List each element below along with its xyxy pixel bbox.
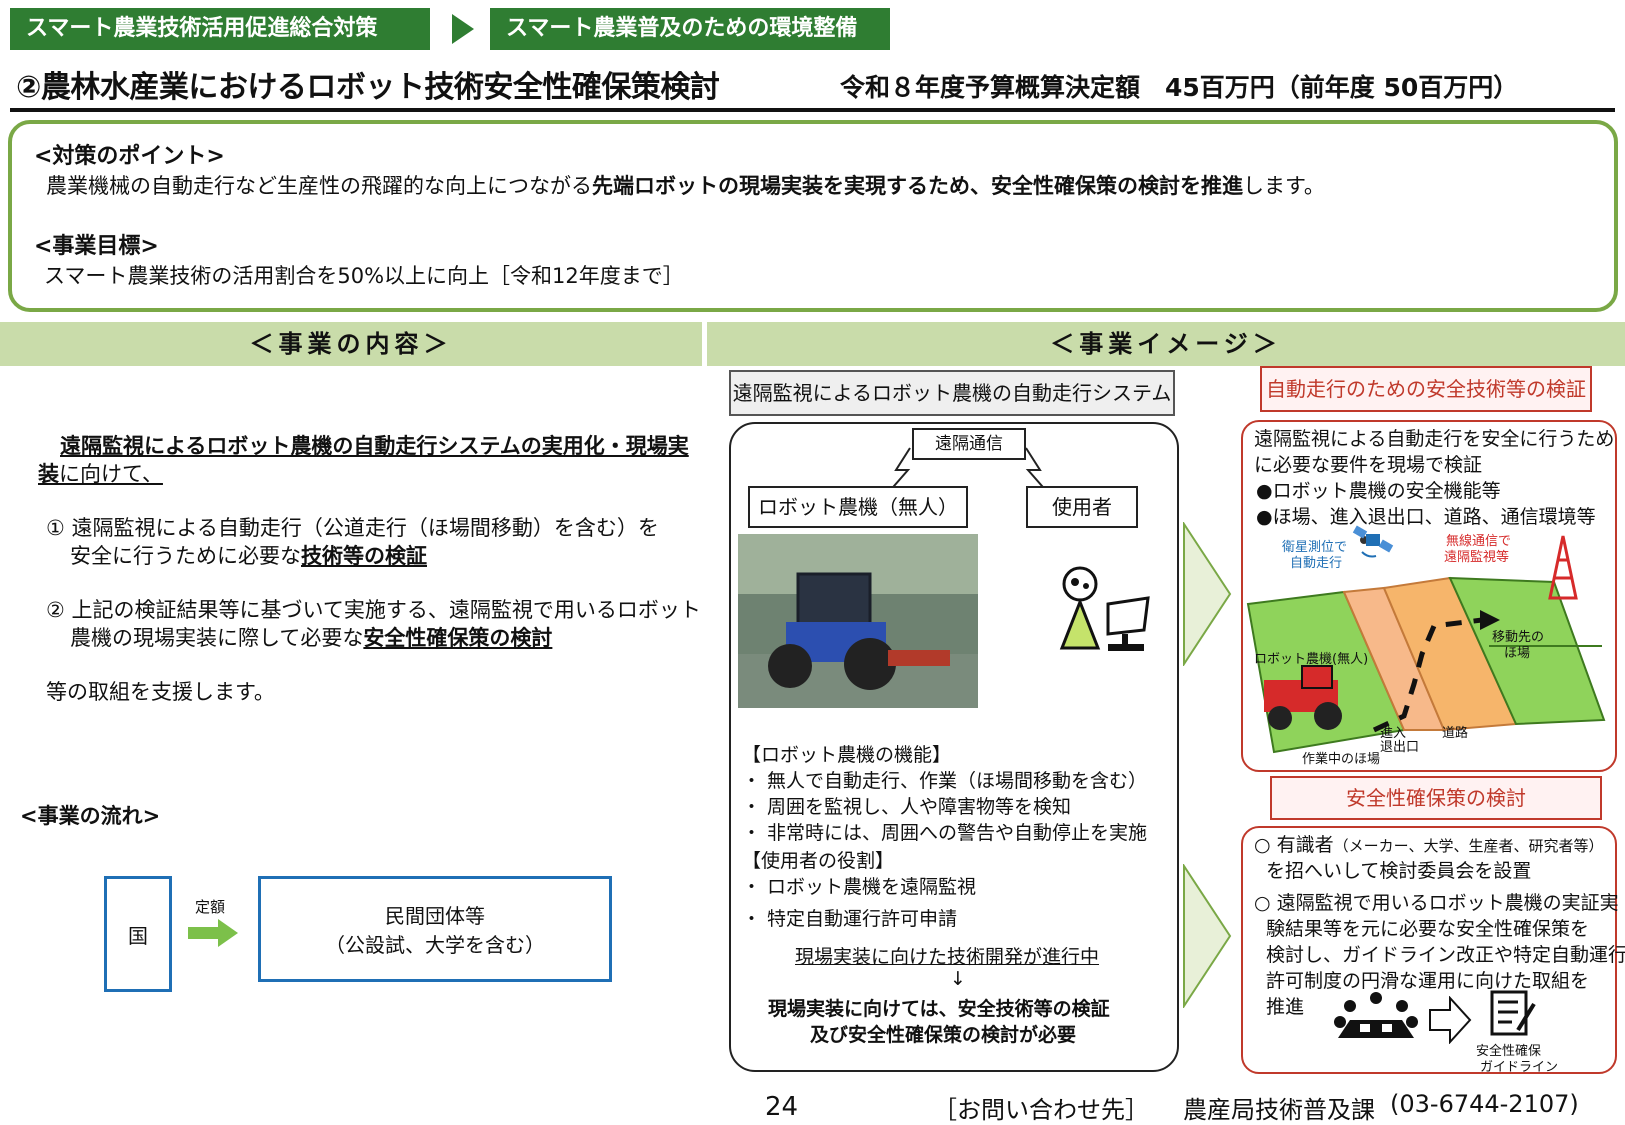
flow-arrow-label: 定額 (195, 898, 226, 916)
points-text-pre: 農業機械の自動走行など生産性の飛躍的な向上につながる (46, 174, 592, 198)
category-tag: スマート農業技術活用促進総合対策 (10, 8, 430, 50)
country-label: 国 (128, 923, 148, 948)
safety-item1-line2: を招へいして検討委員会を設置 (1266, 860, 1532, 882)
radio-label: 遠隔監視等 (1444, 550, 1510, 565)
country-box: 国 (104, 876, 172, 992)
tractor-photo (738, 534, 978, 708)
item1-line2: 安全に行うために必要な技術等の検証 (70, 540, 427, 570)
safety-item1: ○ 有識者（メーカー、大学、生産者、研究者等） (1254, 830, 1603, 857)
recipient-line1: 民間団体等 (385, 904, 485, 928)
section-content-header: ＜事業の内容＞ (0, 322, 702, 366)
safety-title: 安全性確保策の検討 (1270, 776, 1602, 820)
safety-item2-line: 験結果等を元に必要な安全性確保策を (1266, 918, 1590, 940)
goal-heading: <事業目標> (34, 234, 159, 259)
conclusion-line1: 現場実装に向けては、安全技術等の検証 (768, 998, 1110, 1020)
title-divider (10, 108, 1615, 112)
meeting-icon (1334, 992, 1418, 1038)
robot-tractor-label: ロボット農機(無人) (1254, 652, 1369, 667)
gnss-label: 自動走行 (1290, 556, 1343, 571)
function-item: ・ 周囲を監視し、人や障害物等を検知 (742, 796, 1072, 818)
down-arrow-icon: ↓ (950, 968, 966, 990)
robot-label-box: ロボット農機（無人） (748, 486, 968, 528)
role-item: ・ ロボット農機を遠隔監視 (742, 876, 977, 898)
contact-label: ［お問い合わせ先］ (933, 1096, 1149, 1124)
closing-text: 等の取組を支援します。 (46, 680, 275, 704)
safety-item2-line: 検討し、ガイドライン改正や特定自動運行 (1266, 944, 1625, 966)
intro-tail: に向けて、 (59, 462, 163, 486)
safety-item1-pre: ○ 有識者 (1254, 834, 1334, 856)
dest-field-label: ほ場 (1504, 646, 1531, 661)
points-heading: <対策のポイント> (34, 144, 225, 169)
safety-item2-line: 推進 (1266, 996, 1305, 1018)
chevron-right-icon (1183, 522, 1232, 666)
intro-line1: 遠隔監視によるロボット農機の自動走行システムの実用化・現場実 (60, 430, 689, 460)
verification-line1: 遠隔監視による自動走行を安全に行うため (1254, 428, 1615, 450)
flow-heading: <事業の流れ> (20, 804, 161, 828)
remote-comm-box: 遠隔通信 (912, 428, 1026, 460)
recipient-line2: （公設試、大学を含む） (325, 933, 545, 957)
policy-points-box: <対策のポイント> 農業機械の自動走行など生産性の飛躍的な向上につながる先端ロボ… (8, 120, 1618, 312)
safety-item1-small: （メーカー、大学、生産者、研究者等） (1333, 837, 1604, 855)
item1-line2-pre: 安全に行うために必要な (70, 544, 301, 568)
points-text-bold: 先端ロボットの現場実装を実現するため、安全性確保策の検討を推進 (592, 174, 1243, 198)
item2-line2: 農機の現場実装に際して必要な安全性確保策の検討 (70, 622, 552, 652)
item2-line1: ② 上記の検証結果等に基づいて実施する、遠隔監視で用いるロボット (46, 598, 701, 622)
page-number: 24 (765, 1092, 799, 1122)
contact-department: 農産局技術普及課 (1183, 1096, 1375, 1124)
functions-heading: 【ロボット農機の機能】 (742, 744, 952, 766)
intro-bold1: 遠隔監視によるロボット農機の自動走行システムの実用化・現場実 (60, 434, 689, 458)
intro-bold2: 装 (38, 462, 59, 486)
green-arrow-icon (188, 919, 238, 947)
road-label: 道路 (1442, 726, 1469, 741)
contact-phone: (03-6744-2107) (1390, 1090, 1579, 1118)
role-item: ・ 特定自動運行許可申請 (742, 908, 958, 930)
system-title: 遠隔監視によるロボット農機の自動走行システム (729, 370, 1175, 416)
budget-amount: 令和８年度予算概算決定額 45百万円（前年度 50百万円） (840, 73, 1519, 102)
conclusion-line2: 及び安全性確保策の検討が必要 (810, 1024, 1077, 1046)
radio-tower-icon (1548, 535, 1578, 600)
item2-line2-bold: 安全性確保策の検討 (363, 626, 553, 650)
guideline-label: ガイドライン (1480, 1060, 1559, 1075)
item2-line2-pre: 農機の現場実装に際して必要な (70, 626, 364, 650)
safety-item2-line: ○ 遠隔監視で用いるロボット農機の実証実 (1254, 892, 1619, 914)
dev-note: 現場実装に向けた技術開発が進行中 (795, 946, 1100, 968)
verification-bullet: ●ロボット農機の安全機能等 (1256, 480, 1501, 502)
item1-line1: ① 遠隔監視による自動走行（公道走行（ほ場間移動）を含む）を (46, 516, 659, 540)
points-text: 農業機械の自動走行など生産性の飛躍的な向上につながる先端ロボットの現場実装を実現… (46, 170, 1325, 200)
subcategory-tag: スマート農業普及のための環境整備 (490, 8, 890, 50)
outline-arrow-icon (1429, 996, 1472, 1044)
arrow-right-icon (452, 14, 474, 44)
item1-line2-bold: 技術等の検証 (301, 544, 427, 568)
roles-heading: 【使用者の役割】 (742, 850, 895, 872)
verification-line2: に必要な要件を現場で検証 (1254, 454, 1483, 476)
goal-text: スマート農業技術の活用割合を50%以上に向上［令和12年度まで］ (44, 264, 684, 288)
points-text-post: します。 (1243, 174, 1325, 198)
contact-info: ［お問い合わせ先］ 農産局技術普及課 (933, 1090, 1375, 1125)
working-field-label: 作業中のほ場 (1302, 752, 1381, 767)
recipient-box: 民間団体等 （公設試、大学を含む） (258, 876, 612, 982)
user-label-box: 使用者 (1026, 486, 1138, 528)
intro-line2: 装に向けて、 (38, 458, 163, 488)
verification-bullet: ●ほ場、進入退出口、道路、通信環境等 (1256, 506, 1596, 528)
entry-exit-label: 退出口 (1380, 740, 1420, 755)
page-title: ②農林水産業におけるロボット技術安全性確保策検討 (16, 70, 720, 105)
function-item: ・ 無人で自動走行、作業（ほ場間移動を含む） (742, 770, 1148, 792)
safety-item2-line: 許可制度の円滑な運用に向けた取組を (1266, 970, 1590, 992)
verification-title: 自動走行のための安全技術等の検証 (1260, 366, 1592, 412)
chevron-right-icon (1183, 864, 1232, 1008)
section-image-header: ＜事業イメージ＞ (707, 322, 1625, 366)
satellite-icon (1352, 525, 1394, 558)
guideline-document-icon (1490, 990, 1536, 1036)
user-monitor-icon (1059, 566, 1150, 651)
function-item: ・ 非常時には、周囲への警告や自動停止を実施 (742, 822, 1148, 844)
